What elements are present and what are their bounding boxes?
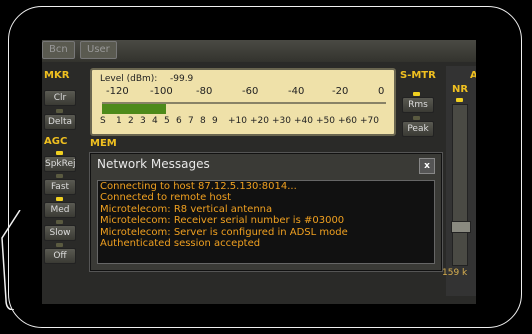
delta-button[interactable]: Delta <box>44 114 76 130</box>
s-tick: +30 <box>272 116 291 126</box>
nr-label: NR <box>452 84 469 95</box>
signal-level-bar <box>102 104 166 114</box>
left-controls: MKR Clr Delta AGC SpkRej Fast Med Slow O… <box>42 68 84 304</box>
dialog-title: Network Messages <box>97 157 210 171</box>
off-button[interactable]: Off <box>44 248 76 264</box>
s-tick: +50 <box>316 116 335 126</box>
nr-led <box>456 98 463 102</box>
log-line: Connected to remote host <box>100 192 231 204</box>
log-line: Authenticated session accepted <box>100 238 261 250</box>
delta-led <box>56 109 63 113</box>
fast-button[interactable]: Fast <box>44 179 76 195</box>
message-log: Connecting to host 87.12.5.130:8014... C… <box>97 180 435 264</box>
slow-led <box>56 220 63 224</box>
top-strip: Bcn User <box>42 40 476 62</box>
right-label-a: A <box>470 70 476 81</box>
s-tick: 7 <box>188 116 194 126</box>
agc-header: AGC <box>44 136 68 147</box>
s-tick: +70 <box>360 116 379 126</box>
mem-header: MEM <box>90 138 117 149</box>
s-tick: 2 <box>128 116 134 126</box>
slow-button[interactable]: Slow <box>44 225 76 241</box>
receiver-app-window: Bcn User MKR Clr Delta AGC SpkRej Fast M… <box>42 40 476 304</box>
bcn-button[interactable]: Bcn <box>42 41 75 59</box>
level-value: -99.9 <box>170 74 194 84</box>
nr-slider[interactable] <box>451 104 471 266</box>
peak-button[interactable]: Peak <box>402 121 434 137</box>
s-meter-display: Level (dBm): -99.9 -120 -100 -80 -60 -40… <box>90 68 396 136</box>
s-meter-controls: S-MTR Rms Peak <box>398 68 438 158</box>
peak-led <box>413 116 420 120</box>
db-tick: -20 <box>332 86 349 97</box>
network-messages-dialog: Network Messages x Connecting to host 87… <box>90 153 442 271</box>
clr-button[interactable]: Clr <box>44 90 76 106</box>
s-tick: +10 <box>228 116 247 126</box>
rms-button[interactable]: Rms <box>402 97 434 113</box>
frequency-readout: 159 k <box>442 268 468 278</box>
s-tick: +60 <box>338 116 357 126</box>
spkrej-button[interactable]: SpkRej <box>44 156 76 172</box>
med-led <box>56 197 63 201</box>
mkr-header: MKR <box>44 70 70 81</box>
db-tick: -120 <box>106 86 129 97</box>
s-tick: 3 <box>140 116 146 126</box>
log-line: Microtelecom: Server is configured in AD… <box>100 226 348 238</box>
s-tick: 8 <box>200 116 206 126</box>
s-tick: 5 <box>164 116 170 126</box>
s-tick: 6 <box>176 116 182 126</box>
med-button[interactable]: Med <box>44 202 76 218</box>
s-tick: 1 <box>116 116 122 126</box>
db-tick: -60 <box>242 86 259 97</box>
db-tick: -80 <box>196 86 213 97</box>
close-button[interactable]: x <box>419 158 435 174</box>
db-tick: -40 <box>288 86 305 97</box>
s-tick: +20 <box>250 116 269 126</box>
log-line: Connecting to host 87.12.5.130:8014... <box>100 181 297 192</box>
slider-thumb[interactable] <box>451 221 471 233</box>
user-button[interactable]: User <box>80 41 117 59</box>
smtr-header: S-MTR <box>400 70 436 81</box>
db-tick: 0 <box>378 86 385 97</box>
off-led <box>56 243 63 247</box>
level-label: Level (dBm): <box>100 74 158 84</box>
callout-tail <box>1 210 21 310</box>
spkrej-led <box>56 151 63 155</box>
s-tick: 9 <box>212 116 218 126</box>
db-tick: -100 <box>150 86 173 97</box>
s-tick: S <box>100 116 106 126</box>
s-tick: 4 <box>152 116 158 126</box>
log-line: Microtelecom: Receiver serial number is … <box>100 215 345 227</box>
fast-led <box>56 174 63 178</box>
log-line: Microtelecom: R8 vertical antenna <box>100 203 273 215</box>
rms-led <box>413 92 420 96</box>
s-tick: +40 <box>294 116 313 126</box>
